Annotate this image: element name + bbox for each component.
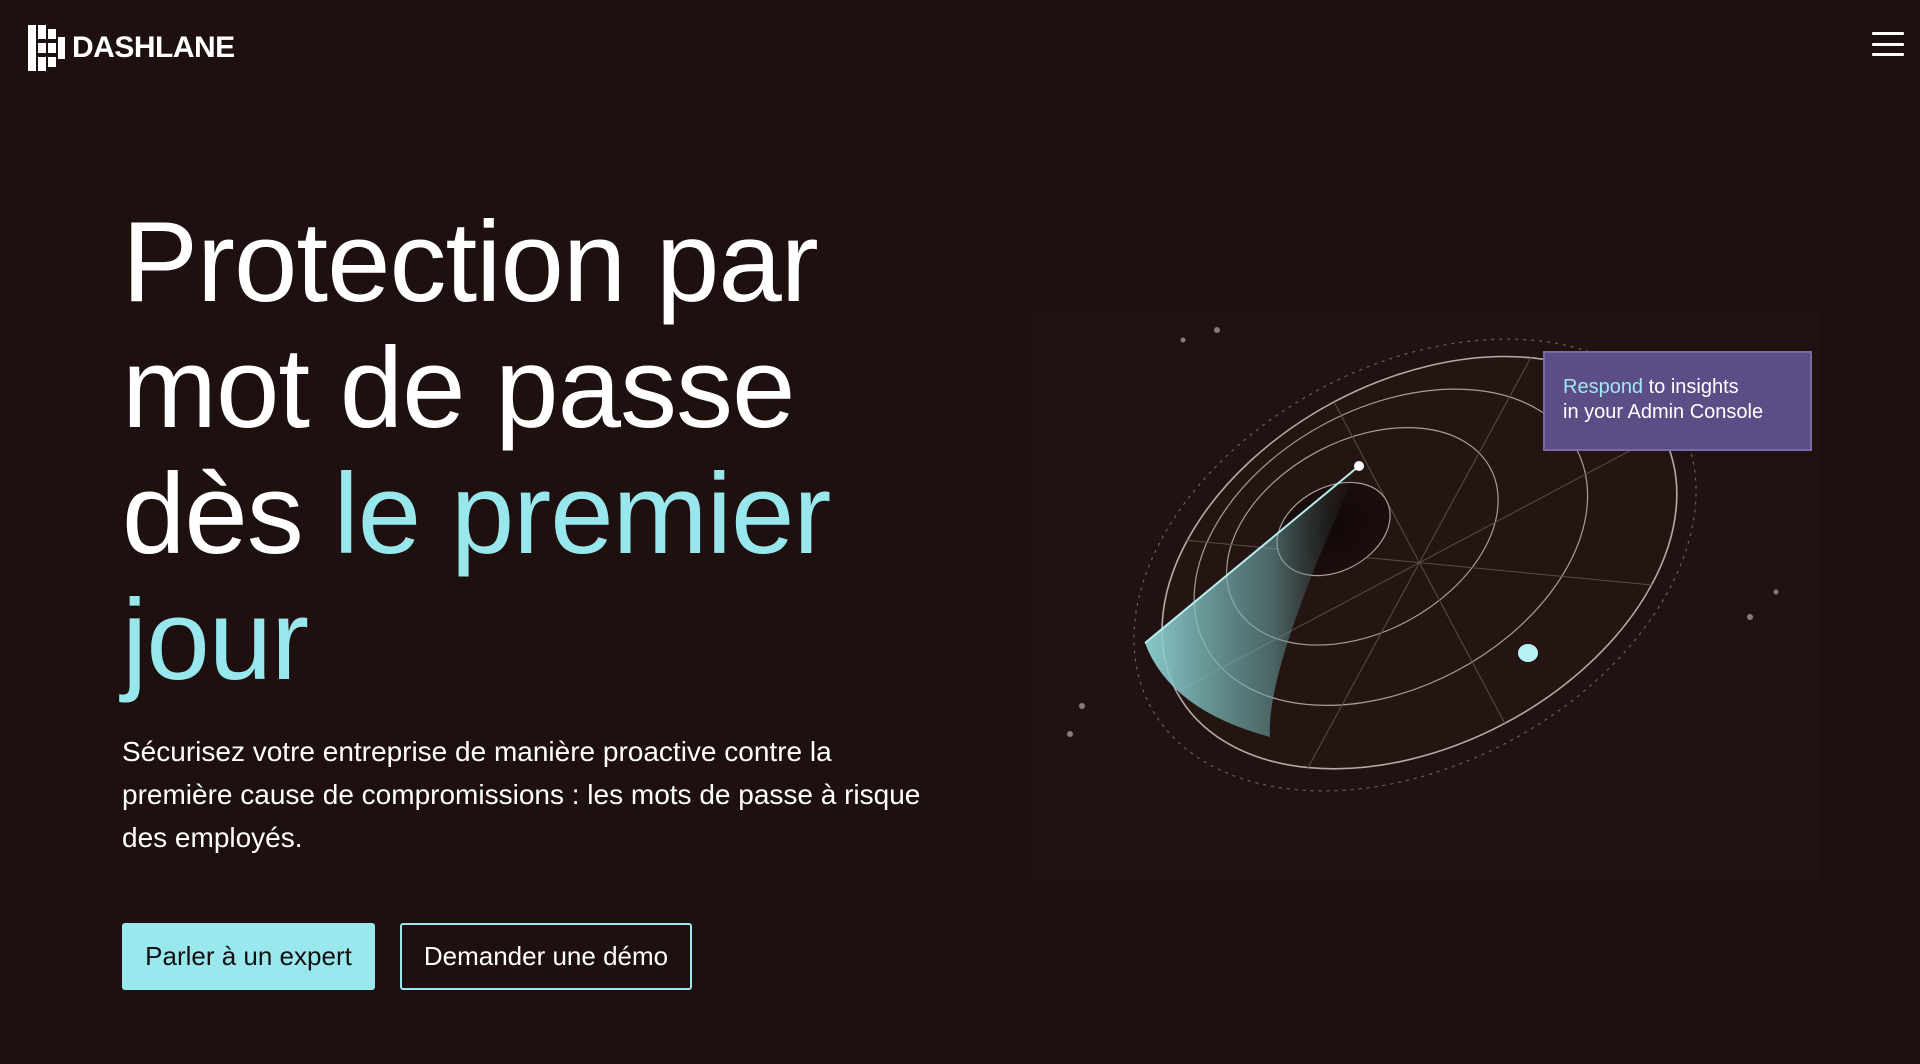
talk-to-expert-button[interactable]: Parler à un expert — [122, 923, 375, 990]
menu-line — [1872, 53, 1904, 56]
page: DASHLANE Protection par mot de passe dès… — [0, 0, 1920, 1064]
logo-text: DASHLANE — [72, 31, 235, 64]
menu-line — [1872, 42, 1904, 46]
admin-console-tooltip: Respond to insights in your Admin Consol… — [1543, 351, 1812, 451]
hero-title: Protection par mot de passe dès le premi… — [122, 200, 942, 704]
hero-subtitle: Sécurisez votre entreprise de manière pr… — [122, 736, 921, 853]
tooltip-text: to insights — [1643, 376, 1739, 398]
request-demo-button[interactable]: Demander une démo — [400, 923, 692, 990]
tooltip-text-line2: in your Admin Console — [1563, 401, 1764, 423]
dashlane-logo[interactable]: DASHLANE — [28, 24, 235, 72]
tooltip-accent: Respond — [1563, 376, 1644, 398]
menu-line — [1872, 32, 1904, 35]
hamburger-menu-icon[interactable] — [1872, 30, 1906, 58]
dashlane-logo-icon — [28, 25, 65, 71]
